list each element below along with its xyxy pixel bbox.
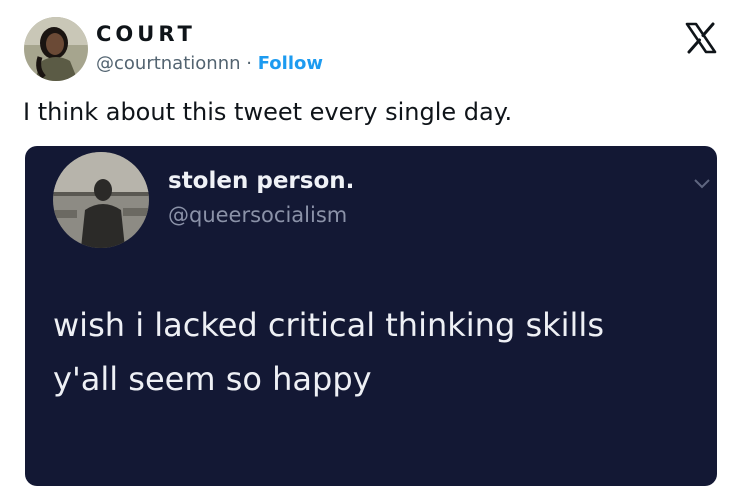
quoted-tweet-line: y'all seem so happy [53,360,372,398]
embedded-tweet-card: COURT @courtnationnn · Follow I think ab… [0,0,740,486]
quoted-tweet-text: wish i lacked critical thinking skills y… [53,298,604,406]
x-logo-icon[interactable] [684,21,718,55]
author-handle-row: @courtnationnn · Follow [96,53,323,74]
separator-dot: · [246,53,252,74]
quoted-tweet-line: wish i lacked critical thinking skills [53,306,604,344]
quoted-author-name: stolen person. [168,168,355,194]
author-handle[interactable]: @courtnationnn [96,53,241,74]
quoted-author-avatar [53,152,149,248]
tweet-text: I think about this tweet every single da… [23,98,513,126]
author-avatar[interactable] [24,17,88,81]
quoted-tweet-screenshot[interactable]: stolen person. @queersocialism wish i la… [25,146,717,486]
follow-button[interactable]: Follow [258,53,323,74]
chevron-down-icon [694,179,710,189]
author-name[interactable]: COURT [96,22,196,46]
quoted-author-handle: @queersocialism [168,203,348,227]
